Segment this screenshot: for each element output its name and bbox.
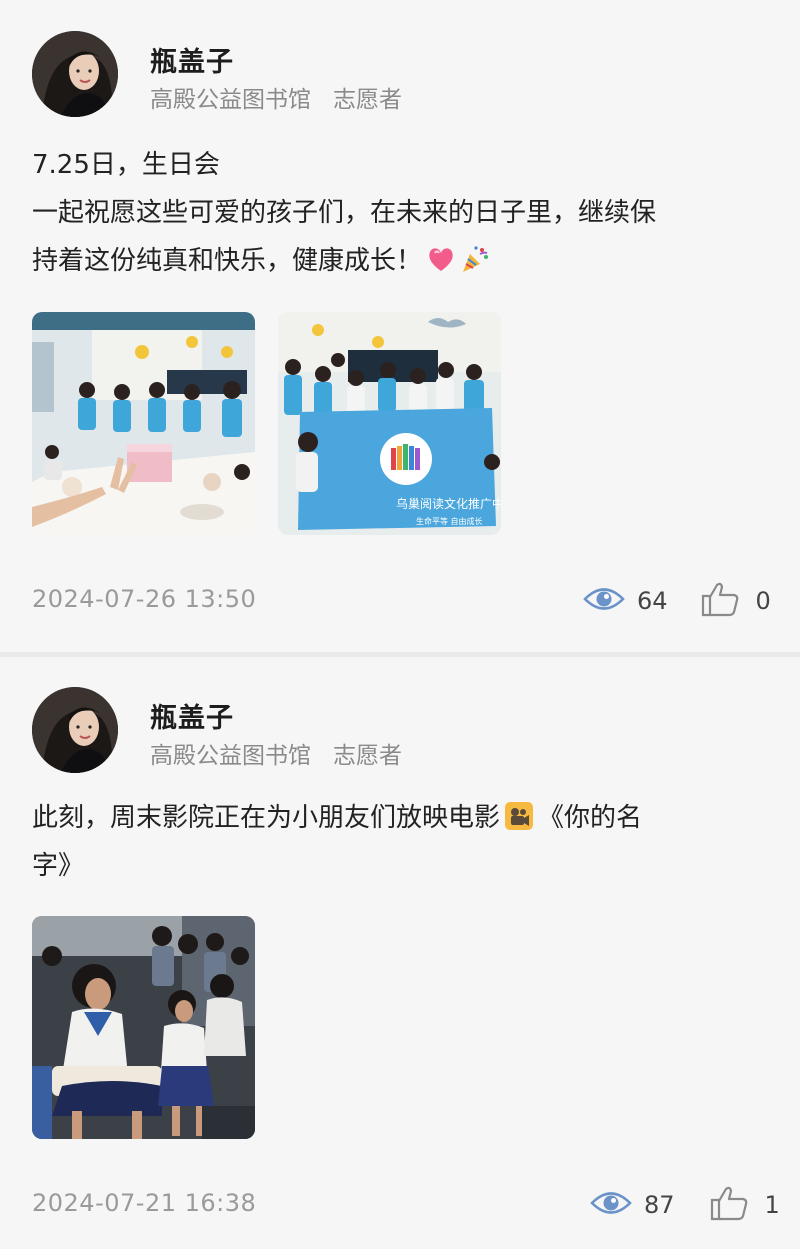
- post-timestamp: 2024-07-21 16:38: [32, 1189, 257, 1217]
- thumbs-up-icon[interactable]: [700, 581, 740, 621]
- like-count: 0: [755, 587, 771, 615]
- post-content: 此刻，周末影院正在为小朋友们放映电影 《你的名 字》: [32, 794, 772, 890]
- post-timestamp: 2024-07-26 13:50: [32, 585, 257, 613]
- movie-camera-icon: [504, 799, 534, 830]
- post-text-line: 《你的名: [538, 803, 643, 833]
- author-meta: 高殿公益图书馆 志愿者: [150, 80, 402, 114]
- eye-icon: [583, 584, 625, 618]
- post-card: 瓶盖子 高殿公益图书馆 志愿者 此刻，周末影院正在为小朋友们放映电影 《你的名 字》: [0, 657, 800, 1249]
- post-text-line: 持着这份纯真和快乐，健康成长！: [32, 246, 423, 276]
- post-text-line-with-emoji: 持着这份纯真和快乐，健康成长！: [32, 237, 772, 285]
- banner-subtext: 生命平等 自由成长: [416, 516, 483, 526]
- post-text-line: 一起祝愿这些可爱的孩子们，在未来的日子里，继续保: [32, 198, 657, 228]
- party-popper-icon: [460, 242, 490, 272]
- post-content: 7.25日，生日会 一起祝愿这些可爱的孩子们，在未来的日子里，继续保 持着这份纯…: [32, 141, 772, 285]
- avatar-image: [32, 687, 118, 773]
- author-org[interactable]: 高殿公益图书馆: [150, 87, 311, 113]
- heart-emoji-icon: [426, 242, 456, 272]
- author-name[interactable]: 瓶盖子: [150, 696, 234, 735]
- post-text-line-with-emoji: 此刻，周末影院正在为小朋友们放映电影 《你的名: [32, 794, 772, 842]
- like-count: 1: [764, 1191, 780, 1219]
- eye-icon: [590, 1188, 632, 1222]
- children-watching-movie-photo[interactable]: [32, 916, 255, 1139]
- avatar[interactable]: [32, 687, 118, 773]
- post-card: 瓶盖子 高殿公益图书馆 志愿者 7.25日，生日会 一起祝愿这些可爱的孩子们，在未…: [0, 0, 800, 652]
- birthday-party-photo[interactable]: [32, 312, 255, 535]
- author-role: 志愿者: [333, 87, 402, 113]
- post-text-line: 7.25日，生日会: [32, 150, 220, 180]
- author-org[interactable]: 高殿公益图书馆: [150, 743, 311, 769]
- author-meta: 高殿公益图书馆 志愿者: [150, 736, 402, 770]
- banner-text: 乌巢阅读文化推广中心: [396, 496, 501, 511]
- view-count: 64: [637, 587, 668, 615]
- avatar-image: [32, 31, 118, 117]
- author-name[interactable]: 瓶盖子: [150, 40, 234, 79]
- post-text-line: 此刻，周末影院正在为小朋友们放映电影: [32, 803, 501, 833]
- thumbs-up-icon[interactable]: [709, 1185, 749, 1225]
- group-banner-photo[interactable]: 乌巢阅读文化推广中心 生命平等 自由成长: [278, 312, 501, 535]
- post-stats: 64 0: [583, 581, 771, 621]
- view-count: 87: [644, 1191, 675, 1219]
- post-text-line: 字》: [32, 851, 85, 881]
- author-role: 志愿者: [333, 743, 402, 769]
- avatar[interactable]: [32, 31, 118, 117]
- post-stats: 87 1: [590, 1185, 780, 1225]
